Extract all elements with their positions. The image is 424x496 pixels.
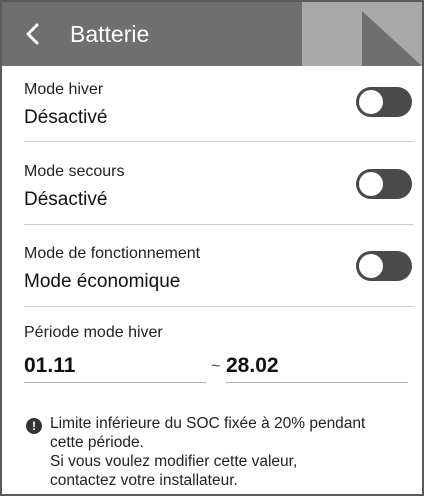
toggle-knob bbox=[359, 254, 383, 278]
period-separator: ~ bbox=[211, 358, 221, 375]
note-line: cette période. bbox=[50, 434, 144, 451]
setting-value: Désactivé bbox=[24, 189, 108, 210]
toggle-knob bbox=[359, 90, 383, 114]
exclamation-info-icon: ! bbox=[26, 418, 42, 434]
backup-mode-toggle[interactable] bbox=[356, 169, 412, 199]
divider bbox=[24, 224, 414, 225]
page-title: Batterie bbox=[70, 21, 150, 47]
period-end-field[interactable]: 28.02 bbox=[226, 350, 408, 383]
note-line: Limite inférieure du SOC fixée à 20% pen… bbox=[50, 415, 366, 432]
winter-period-label: Période mode hiver bbox=[24, 324, 163, 341]
setting-label: Mode secours bbox=[24, 163, 125, 180]
toggle-knob bbox=[359, 172, 383, 196]
chevron-left-icon[interactable] bbox=[20, 19, 46, 49]
operating-mode-toggle[interactable] bbox=[356, 251, 412, 281]
winter-mode-toggle[interactable] bbox=[356, 87, 412, 117]
setting-value: Désactivé bbox=[24, 107, 108, 128]
period-start-field[interactable]: 01.11 bbox=[24, 350, 206, 383]
header-decoration-triangle bbox=[352, 2, 422, 66]
divider bbox=[24, 141, 414, 142]
note-line: contactez votre installateur. bbox=[50, 472, 238, 489]
setting-value: Mode économique bbox=[24, 271, 181, 292]
soc-limit-note: Limite inférieure du SOC fixée à 20% pen… bbox=[50, 414, 410, 490]
setting-label: Mode de fonctionnement bbox=[24, 245, 201, 262]
header-bar: Batterie bbox=[2, 2, 422, 66]
note-line: Si vous voulez modifier cette valeur, bbox=[50, 453, 298, 470]
setting-label: Mode hiver bbox=[24, 81, 104, 98]
divider bbox=[24, 306, 414, 307]
